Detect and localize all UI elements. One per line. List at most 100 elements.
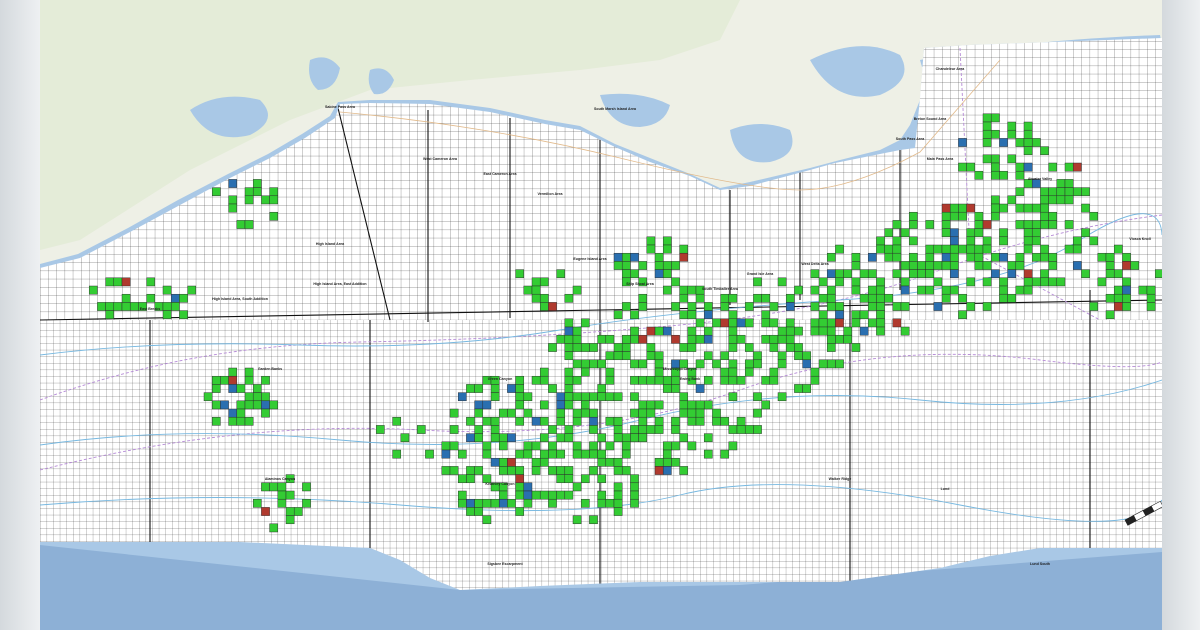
- lease-block-active[interactable]: [261, 392, 270, 402]
- lease-block-active[interactable]: [211, 375, 221, 385]
- lease-block-active[interactable]: [712, 359, 721, 369]
- lease-block-blue[interactable]: [736, 318, 746, 328]
- lease-block-blue[interactable]: [613, 252, 623, 262]
- lease-block-active[interactable]: [556, 269, 566, 279]
- lease-block-active[interactable]: [515, 416, 525, 426]
- lease-block-active[interactable]: [654, 261, 664, 270]
- lease-block-active[interactable]: [695, 293, 705, 303]
- lease-block-active[interactable]: [638, 416, 648, 426]
- lease-block-active[interactable]: [728, 367, 738, 377]
- lease-block-active[interactable]: [949, 244, 959, 254]
- lease-block-active[interactable]: [777, 351, 787, 361]
- lease-block-active[interactable]: [572, 375, 582, 385]
- lease-block-blue[interactable]: [589, 416, 598, 426]
- lease-block-blue[interactable]: [466, 498, 475, 508]
- lease-block-red[interactable]: [835, 318, 844, 328]
- lease-block-active[interactable]: [662, 269, 672, 279]
- lease-block-active[interactable]: [941, 285, 951, 295]
- lease-block-active[interactable]: [252, 179, 262, 188]
- lease-block-active[interactable]: [941, 211, 951, 221]
- lease-block-active[interactable]: [671, 416, 680, 426]
- lease-block-active[interactable]: [523, 441, 533, 451]
- lease-block-active[interactable]: [867, 269, 877, 279]
- lease-block-active[interactable]: [982, 113, 992, 123]
- lease-block-blue[interactable]: [949, 236, 959, 246]
- lease-block-red[interactable]: [507, 457, 516, 467]
- lease-block-active[interactable]: [1064, 179, 1074, 188]
- lease-block-active[interactable]: [999, 228, 1008, 238]
- lease-block-active[interactable]: [999, 203, 1008, 213]
- lease-block-red[interactable]: [941, 203, 951, 213]
- lease-block-active[interactable]: [744, 318, 754, 328]
- lease-block-active[interactable]: [572, 441, 582, 451]
- lease-block-active[interactable]: [794, 343, 803, 352]
- lease-block-active[interactable]: [605, 367, 615, 377]
- lease-block-active[interactable]: [662, 384, 672, 393]
- lease-block-active[interactable]: [1056, 179, 1066, 188]
- lease-block-active[interactable]: [1105, 261, 1115, 270]
- lease-block-active[interactable]: [908, 220, 918, 229]
- lease-block-active[interactable]: [982, 236, 992, 246]
- lease-block-active[interactable]: [1105, 269, 1115, 279]
- lease-block-active[interactable]: [556, 408, 566, 418]
- lease-block-active[interactable]: [613, 310, 623, 320]
- lease-block-active[interactable]: [1015, 220, 1025, 229]
- lease-block-active[interactable]: [580, 474, 590, 484]
- lease-block-active[interactable]: [826, 252, 836, 262]
- lease-block-active[interactable]: [515, 384, 525, 393]
- lease-block-active[interactable]: [826, 343, 836, 352]
- lease-block-active[interactable]: [539, 416, 549, 426]
- lease-block-active[interactable]: [1040, 146, 1049, 156]
- lease-block-active[interactable]: [1056, 195, 1066, 205]
- lease-block-red[interactable]: [548, 302, 557, 311]
- lease-block-blue[interactable]: [785, 302, 795, 311]
- lease-block-active[interactable]: [826, 318, 836, 328]
- lease-block-active[interactable]: [597, 498, 607, 508]
- lease-block-blue[interactable]: [1122, 285, 1131, 295]
- lease-block-active[interactable]: [728, 326, 738, 336]
- lease-block-active[interactable]: [1031, 236, 1041, 246]
- lease-block-active[interactable]: [228, 195, 238, 205]
- lease-block-active[interactable]: [539, 367, 549, 377]
- lease-block-active[interactable]: [605, 392, 615, 402]
- lease-block-active[interactable]: [966, 252, 976, 262]
- lease-block-active[interactable]: [1040, 187, 1049, 197]
- lease-block-active[interactable]: [539, 449, 549, 459]
- lease-block-active[interactable]: [630, 425, 639, 434]
- lease-block-active[interactable]: [466, 507, 475, 516]
- lease-block-active[interactable]: [777, 326, 787, 336]
- lease-block-blue[interactable]: [556, 400, 566, 410]
- lease-block-active[interactable]: [1023, 121, 1033, 131]
- lease-block-active[interactable]: [638, 261, 648, 270]
- lease-block-active[interactable]: [753, 293, 762, 303]
- lease-block-active[interactable]: [1089, 211, 1099, 221]
- lease-block-active[interactable]: [867, 285, 877, 295]
- lease-block-active[interactable]: [236, 220, 246, 229]
- lease-block-blue[interactable]: [556, 392, 566, 402]
- lease-block-active[interactable]: [777, 392, 787, 402]
- lease-block-active[interactable]: [671, 302, 680, 311]
- lease-block-active[interactable]: [810, 318, 820, 328]
- lease-block-blue[interactable]: [482, 400, 492, 410]
- lease-block-active[interactable]: [712, 408, 721, 418]
- lease-block-active[interactable]: [703, 351, 713, 361]
- lease-block-active[interactable]: [457, 474, 467, 484]
- lease-block-active[interactable]: [597, 490, 607, 500]
- lease-block-blue[interactable]: [564, 326, 574, 336]
- lease-block-active[interactable]: [933, 277, 943, 287]
- lease-block-active[interactable]: [736, 416, 746, 426]
- lease-block-active[interactable]: [1015, 203, 1025, 213]
- lease-block-active[interactable]: [744, 359, 754, 369]
- lease-block-active[interactable]: [515, 482, 525, 492]
- lease-block-active[interactable]: [236, 400, 246, 410]
- lease-block-active[interactable]: [654, 457, 664, 467]
- lease-block-blue[interactable]: [900, 285, 910, 295]
- lease-block-active[interactable]: [564, 293, 574, 303]
- lease-block-active[interactable]: [999, 293, 1008, 303]
- lease-block-active[interactable]: [498, 408, 508, 418]
- lease-block-active[interactable]: [605, 351, 615, 361]
- lease-block-active[interactable]: [654, 252, 664, 262]
- lease-block-active[interactable]: [761, 375, 771, 385]
- lease-block-active[interactable]: [876, 236, 885, 246]
- lease-block-active[interactable]: [121, 302, 131, 311]
